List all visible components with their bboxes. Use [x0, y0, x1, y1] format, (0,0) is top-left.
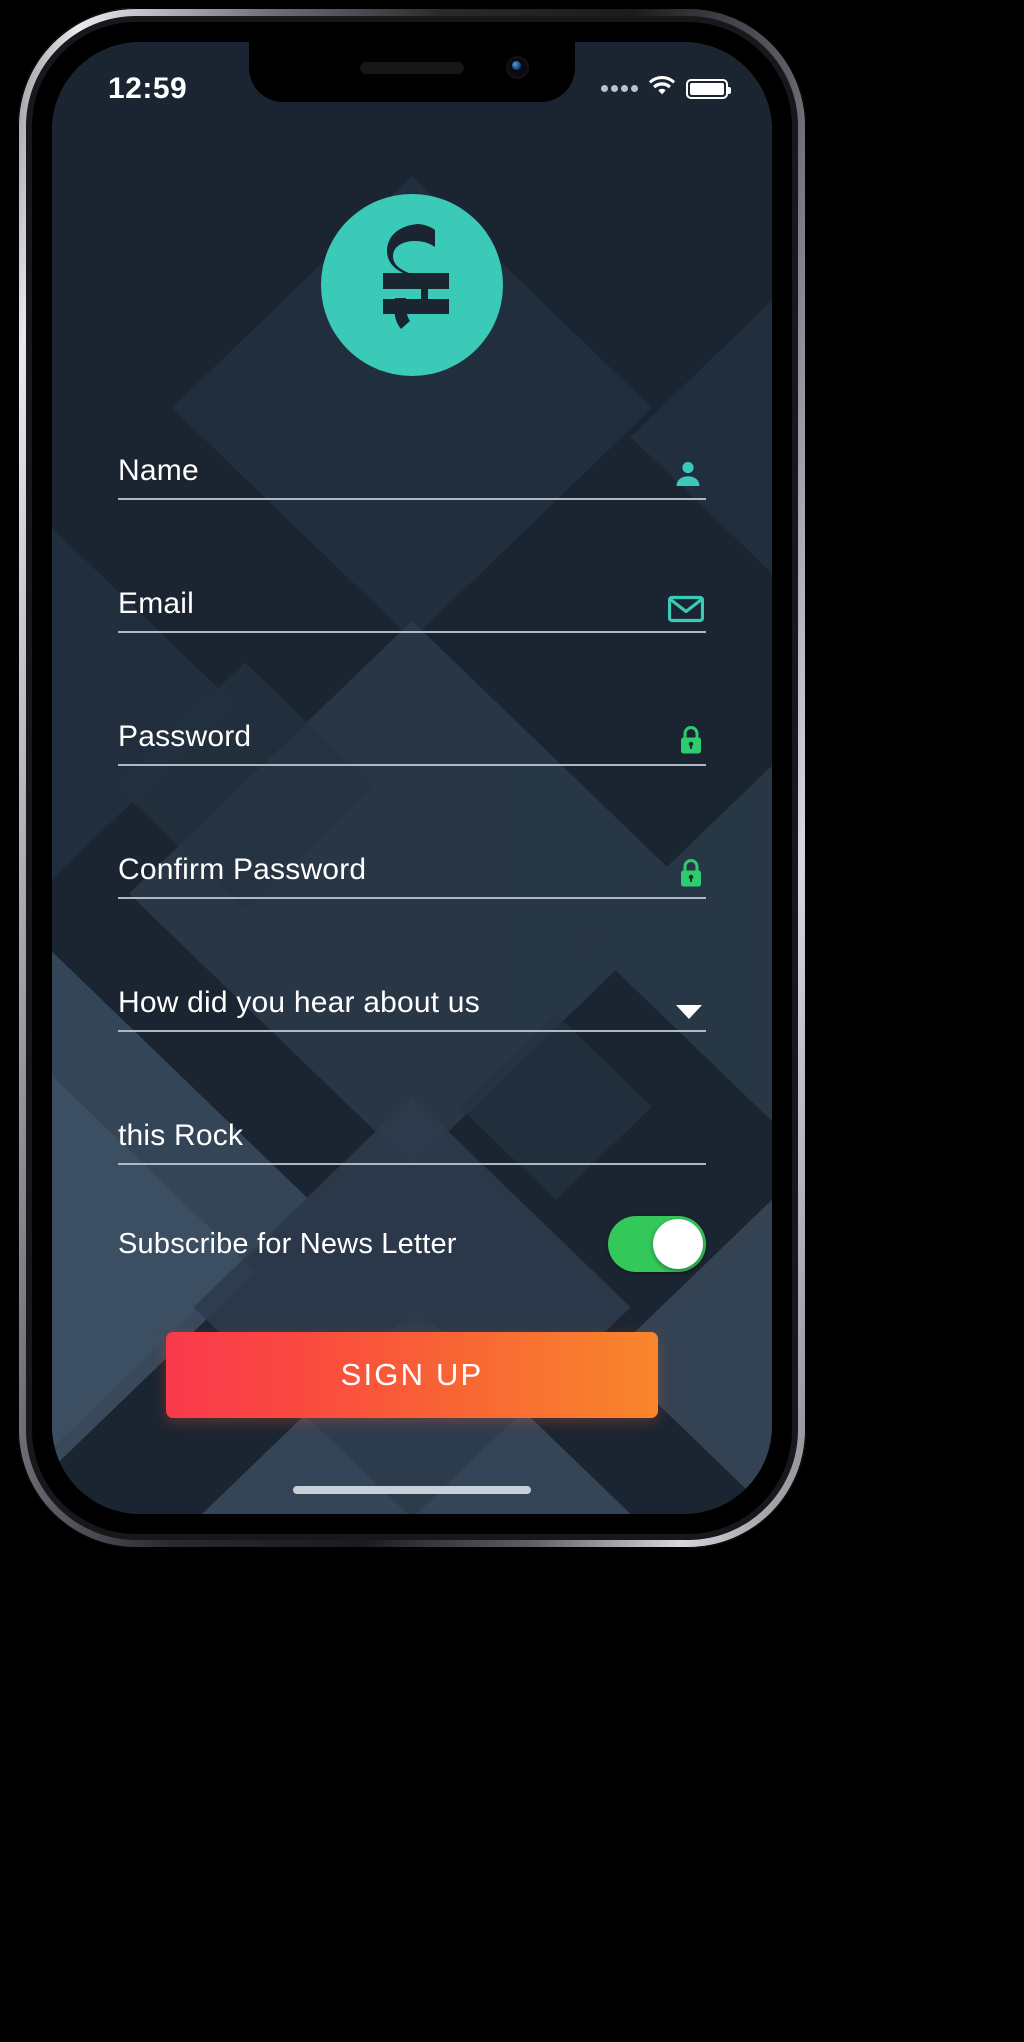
- sign-up-button[interactable]: SIGN UP: [166, 1332, 658, 1418]
- referral-source-label: How did you hear about us: [118, 986, 480, 1019]
- email-label: Email: [118, 587, 195, 620]
- field-other-source[interactable]: this Rock: [118, 1097, 706, 1165]
- field-name[interactable]: Name: [118, 432, 706, 500]
- device-notch: [249, 42, 575, 102]
- newsletter-toggle[interactable]: [608, 1216, 706, 1272]
- earpiece-speaker: [360, 62, 464, 74]
- field-referral-source[interactable]: How did you hear about us: [118, 964, 706, 1032]
- person-icon: [672, 458, 704, 490]
- field-confirm-password[interactable]: Confirm Password: [118, 831, 706, 899]
- signup-form: Name Email Password Confirm Password How…: [118, 432, 706, 1277]
- phone-frame: 12:59 Name Email Password Confirm Passwo…: [18, 8, 806, 1548]
- password-label: Password: [118, 720, 252, 753]
- phone-screen: 12:59 Name Email Password Confirm Passwo…: [52, 42, 772, 1514]
- signup-screen: Name Email Password Confirm Password How…: [52, 42, 772, 1514]
- phone-midframe: 12:59 Name Email Password Confirm Passwo…: [26, 16, 798, 1540]
- confirm-password-label: Confirm Password: [118, 853, 367, 886]
- field-password[interactable]: Password: [118, 698, 706, 766]
- field-email[interactable]: Email: [118, 565, 706, 633]
- newsletter-label: Subscribe for News Letter: [118, 1227, 457, 1260]
- lock-icon: [678, 724, 704, 756]
- name-label: Name: [118, 454, 199, 487]
- front-camera: [508, 58, 527, 77]
- phone-bezel: 12:59 Name Email Password Confirm Passwo…: [32, 22, 792, 1534]
- sz-monogram-logo: [321, 194, 503, 376]
- toggle-knob: [653, 1219, 703, 1269]
- chevron-down-icon[interactable]: [674, 1002, 704, 1022]
- newsletter-row: Subscribe for News Letter: [118, 1211, 706, 1277]
- lock-icon: [678, 857, 704, 889]
- other-source-value: this Rock: [118, 1119, 244, 1152]
- screenshot-stage: 12:59 Name Email Password Confirm Passwo…: [0, 0, 1024, 2042]
- home-indicator[interactable]: [293, 1486, 531, 1494]
- envelope-icon: [668, 595, 704, 623]
